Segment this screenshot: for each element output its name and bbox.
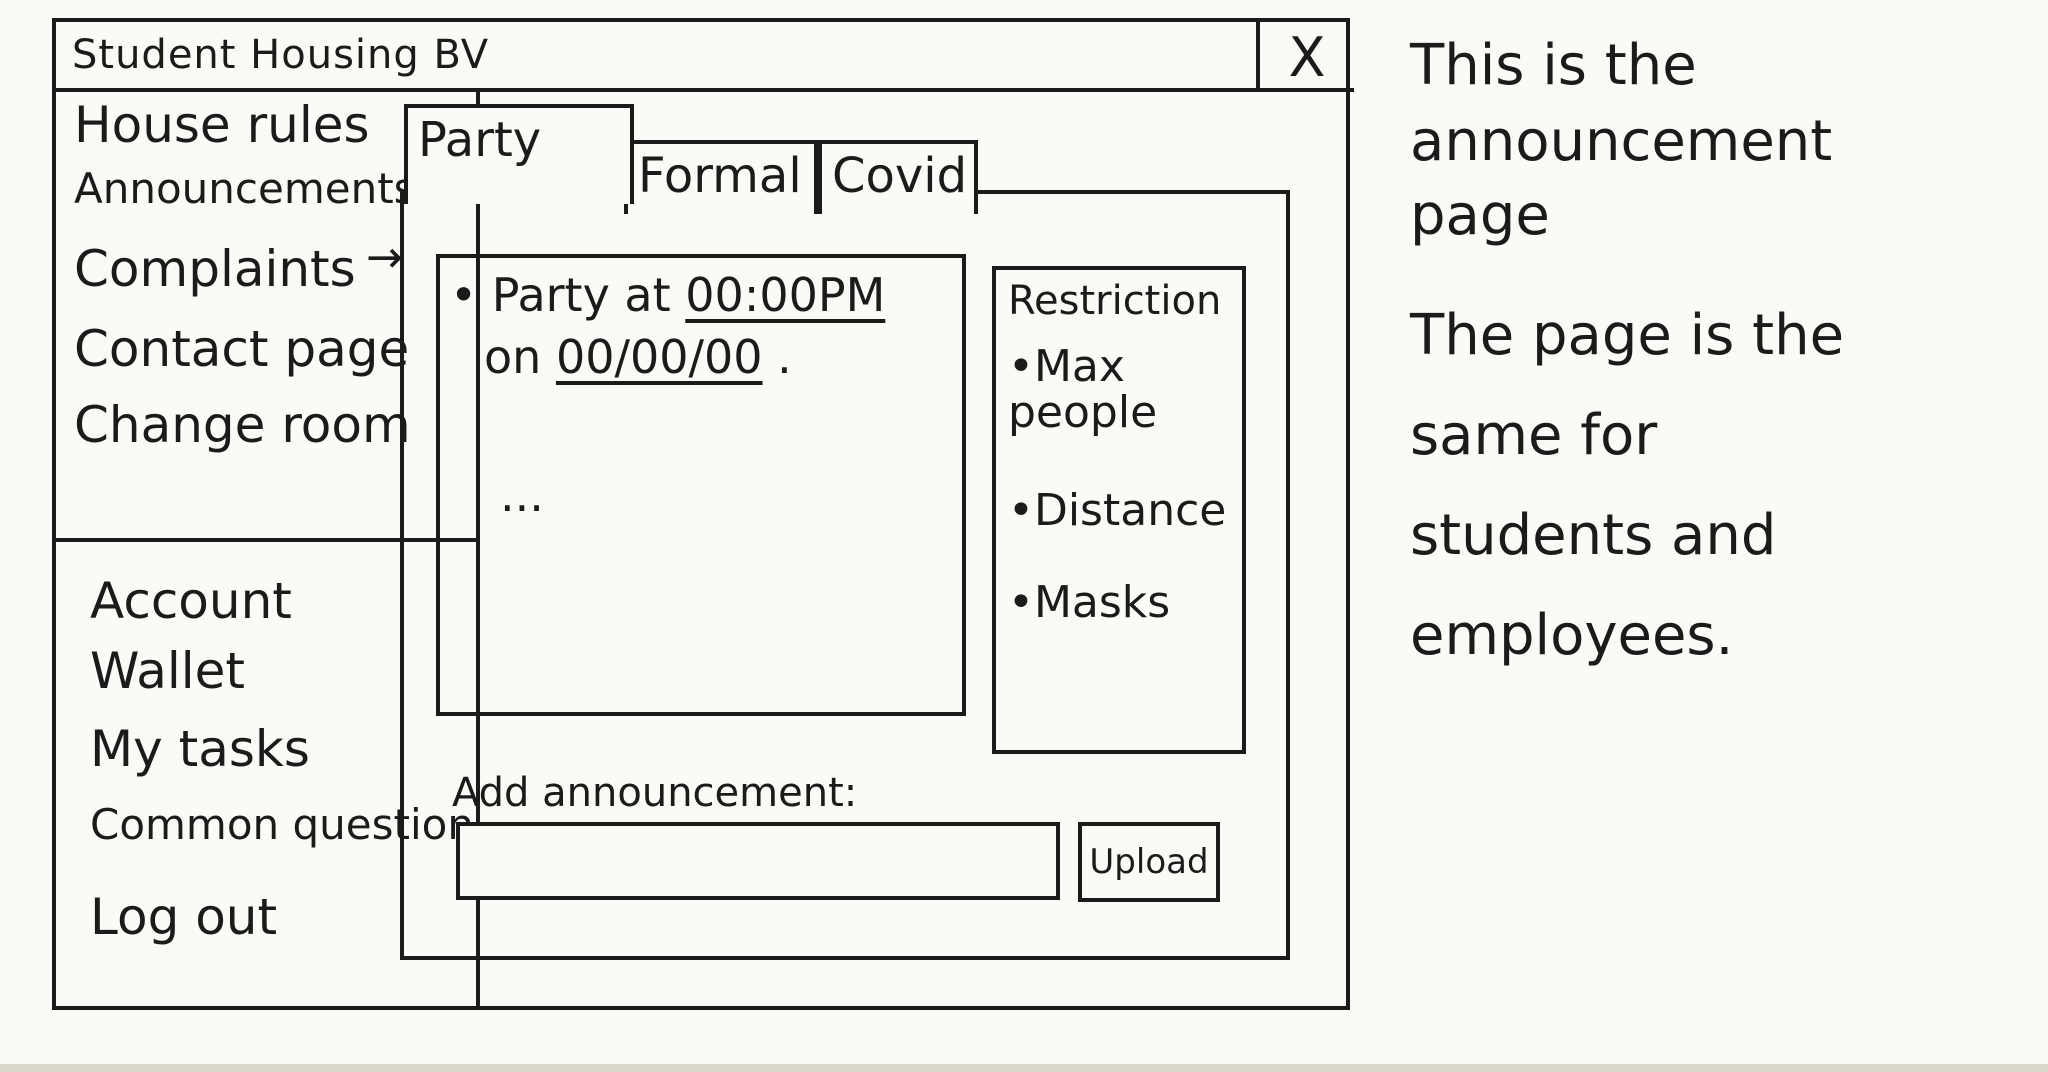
announcement-time: 00:00PM — [685, 268, 886, 322]
restrictions-panel: Restriction •Max people •Distance •Masks — [992, 266, 1246, 754]
sidebar-item-contact-page[interactable]: Contact page — [74, 320, 409, 378]
close-icon: X — [1288, 25, 1326, 89]
announcement-on-text: on — [484, 330, 542, 384]
announcement-date: 00/00/00 — [555, 330, 763, 384]
note-line: announcement — [1410, 109, 1833, 174]
note-line: employees. — [1410, 603, 1734, 668]
note-line: page — [1410, 183, 1550, 248]
restrictions-title: Restriction — [1008, 278, 1222, 324]
add-announcement-label: Add announcement: — [452, 770, 858, 816]
title-bar: Student Housing BV X — [56, 22, 1354, 92]
note-line: The page is the — [1410, 303, 1845, 368]
close-button[interactable]: X — [1256, 22, 1354, 92]
tab-formal[interactable]: Formal — [624, 140, 818, 214]
tab-party[interactable]: Party — [404, 104, 634, 204]
sidebar-item-change-room[interactable]: Change room — [74, 396, 411, 454]
sidebar-item-complaints[interactable]: Complaints — [74, 240, 356, 298]
page-edge — [0, 1064, 2048, 1072]
restriction-item: •Distance — [1008, 485, 1227, 536]
sidebar-item-wallet[interactable]: Wallet — [90, 642, 245, 700]
bullet-icon: • — [450, 268, 478, 322]
sidebar-item-house-rules[interactable]: House rules — [74, 96, 370, 154]
restriction-item: •Max people — [1008, 341, 1158, 439]
sidebar-item-log-out[interactable]: Log out — [90, 888, 277, 946]
sidebar-item-my-tasks[interactable]: My tasks — [90, 720, 310, 778]
announcement-item: • Party at 00:00PM — [450, 268, 885, 322]
tab-covid[interactable]: Covid — [818, 140, 978, 214]
current-page-arrow-icon: → — [366, 232, 403, 283]
note-line: students and — [1410, 503, 1777, 568]
announcement-list: • Party at 00:00PM on 00/00/00 . ... — [436, 254, 966, 716]
upload-button[interactable]: Upload — [1078, 822, 1220, 902]
window-title: Student Housing BV — [72, 32, 490, 78]
announcement-text: Party at — [491, 268, 671, 322]
more-ellipsis: ... — [500, 468, 544, 522]
sidebar-item-account[interactable]: Account — [90, 572, 292, 630]
restriction-item: •Masks — [1008, 577, 1171, 628]
note-line: same for — [1410, 403, 1658, 468]
announcement-period: . — [777, 330, 792, 384]
add-announcement-input[interactable] — [456, 822, 1060, 900]
sidebar-item-announcements[interactable]: Announcements — [74, 164, 416, 213]
announcement-date-line: on 00/00/00 . — [484, 330, 792, 384]
note-line: This is the — [1410, 33, 1697, 98]
